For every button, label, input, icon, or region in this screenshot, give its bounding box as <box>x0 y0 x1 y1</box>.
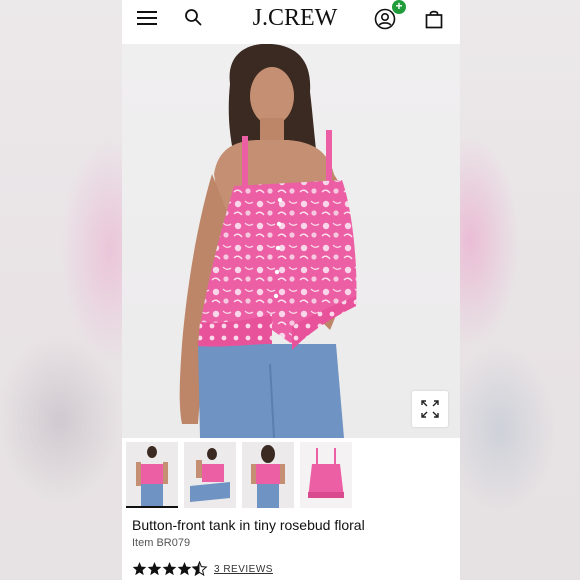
search-icon[interactable] <box>184 8 202 26</box>
thumbnail-front[interactable] <box>126 442 178 508</box>
account-plus-badge: + <box>392 0 406 14</box>
site-header: J.CREW + <box>122 0 460 44</box>
blurred-backdrop-right <box>460 0 580 580</box>
expand-image-button[interactable] <box>412 391 448 427</box>
thumbnail-seated[interactable] <box>184 442 236 508</box>
shopping-bag-icon[interactable] <box>424 9 444 29</box>
product-title: Button-front tank in tiny rosebud floral <box>132 517 365 533</box>
model-photo <box>179 44 357 438</box>
product-page: J.CREW + Button-front tank in tiny roseb… <box>122 0 460 580</box>
brand-logo[interactable]: J.CREW <box>240 4 350 32</box>
item-number: Item BR079 <box>132 537 191 549</box>
reviews-link[interactable]: 3 REVIEWS <box>214 563 273 576</box>
product-main-image[interactable] <box>122 44 460 438</box>
rating-stars[interactable] <box>132 561 208 577</box>
thumbnail-back[interactable] <box>242 442 294 508</box>
thumbnail-flat-lay[interactable] <box>300 442 352 508</box>
expand-icon <box>421 400 439 418</box>
hamburger-menu-icon[interactable] <box>137 10 157 26</box>
blurred-backdrop-left <box>0 0 122 580</box>
thumbnail-strip <box>126 442 460 510</box>
